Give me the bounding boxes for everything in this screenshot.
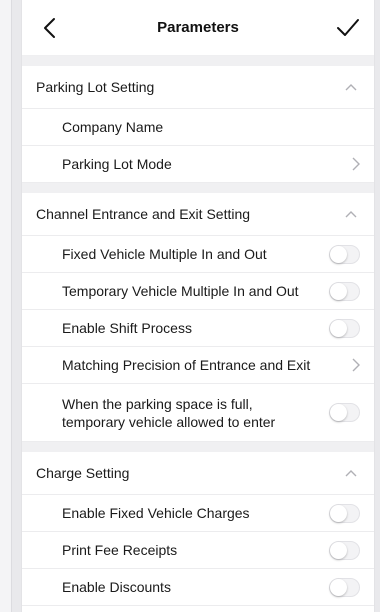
- section-title: Channel Entrance and Exit Setting: [36, 206, 251, 222]
- section-title: Parking Lot Setting: [36, 79, 155, 95]
- row-label: When the parking space is full, temporar…: [62, 395, 275, 431]
- chevron-up-icon: [345, 470, 357, 477]
- chevron-up-icon: [345, 84, 357, 91]
- row-label: Enable Shift Process: [62, 320, 192, 336]
- parameters-screen: Parameters Parking Lot Setting Company N…: [21, 0, 375, 612]
- toggle-switch[interactable]: [329, 540, 360, 560]
- toggle-switch[interactable]: [329, 281, 360, 301]
- section-gap: [22, 183, 374, 193]
- nav-bar: Parameters: [22, 0, 374, 56]
- toggle-knob: [330, 404, 347, 421]
- section-header-channel-entrance-exit[interactable]: Channel Entrance and Exit Setting: [22, 193, 374, 236]
- toggle-knob: [330, 319, 347, 337]
- toggle-knob: [330, 541, 347, 559]
- row-company-name[interactable]: Company Name: [22, 109, 374, 146]
- section-gap: [22, 56, 374, 66]
- row-enable-fixed-vehicle-charges: Enable Fixed Vehicle Charges: [22, 495, 374, 532]
- row-enable-shift-process: Enable Shift Process: [22, 310, 374, 347]
- row-label: Fixed Vehicle Multiple In and Out: [62, 246, 267, 262]
- row-parking-lot-mode[interactable]: Parking Lot Mode: [22, 146, 374, 183]
- chevron-up-icon: [345, 211, 357, 218]
- row-enable-discounts: Enable Discounts: [22, 569, 374, 606]
- row-label: Temporary Vehicle Multiple In and Out: [62, 283, 299, 299]
- row-matching-precision[interactable]: Matching Precision of Entrance and Exit: [22, 347, 374, 384]
- row-label: Matching Precision of Entrance and Exit: [62, 357, 311, 373]
- chevron-right-icon: [352, 157, 360, 171]
- section-title: Charge Setting: [36, 465, 130, 481]
- section-header-charge-setting[interactable]: Charge Setting: [22, 452, 374, 495]
- section-header-parking-lot-setting[interactable]: Parking Lot Setting: [22, 66, 374, 109]
- background-panel: [0, 0, 12, 612]
- toggle-switch[interactable]: [329, 403, 360, 422]
- row-label: Company Name: [62, 119, 164, 135]
- row-label: Print Fee Receipts: [62, 542, 178, 558]
- chevron-right-icon: [352, 358, 360, 372]
- row-temporary-vehicle-multiple: Temporary Vehicle Multiple In and Out: [22, 273, 374, 310]
- row-print-fee-receipts: Print Fee Receipts: [22, 532, 374, 569]
- row-label: Parking Lot Mode: [62, 156, 172, 172]
- page-title: Parameters: [157, 19, 239, 36]
- toggle-knob: [330, 578, 347, 596]
- toggle-switch[interactable]: [329, 244, 360, 264]
- checkmark-icon[interactable]: [336, 17, 360, 39]
- toggle-knob: [330, 282, 347, 300]
- toggle-knob: [330, 245, 347, 263]
- row-fixed-vehicle-multiple: Fixed Vehicle Multiple In and Out: [22, 236, 374, 273]
- row-label: Enable Fixed Vehicle Charges: [62, 505, 250, 521]
- toggle-switch[interactable]: [329, 577, 360, 597]
- row-label: Enable Discounts: [62, 579, 171, 595]
- back-arrow-icon[interactable]: [40, 17, 62, 39]
- section-gap: [22, 442, 374, 452]
- row-label-line2: temporary vehicle allowed to enter: [62, 413, 276, 430]
- row-label-line1: When the parking space is full,: [62, 395, 253, 412]
- toggle-switch[interactable]: [329, 318, 360, 338]
- toggle-switch[interactable]: [329, 503, 360, 523]
- toggle-knob: [330, 504, 347, 522]
- row-space-full-temp-vehicle: When the parking space is full, temporar…: [22, 384, 374, 442]
